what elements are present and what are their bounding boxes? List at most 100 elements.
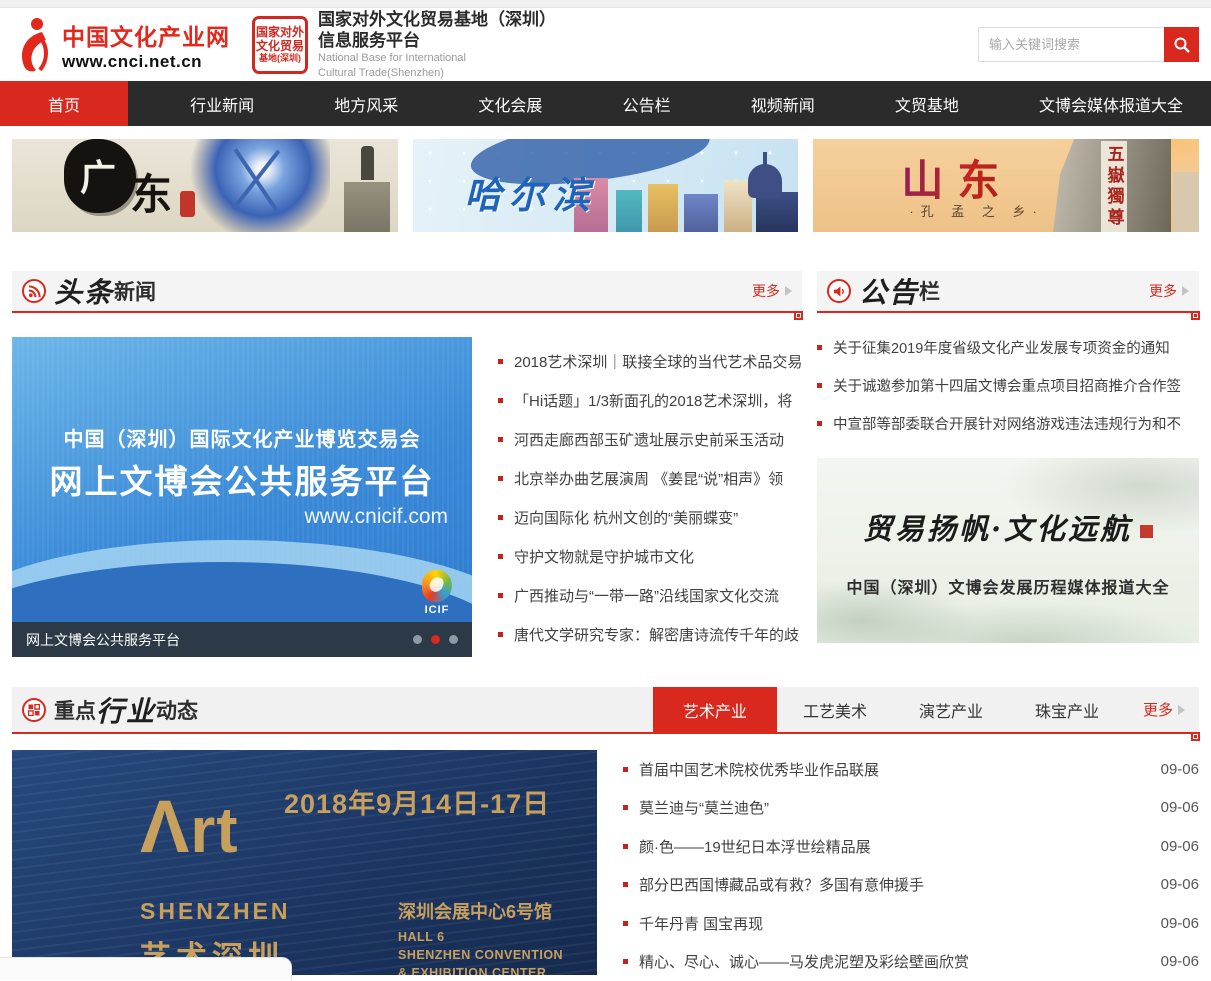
site-name: 中国文化产业网 (62, 18, 230, 52)
industry-section: 重点 行业 动态 艺术产业 工艺美术 演艺产业 珠宝产业 更多 Λrt SHEN… (12, 687, 1199, 981)
chevron-right-icon (785, 286, 792, 296)
banner-shandong[interactable]: 五嶽獨尊 山东 ·孔 孟 之 乡· (813, 139, 1199, 232)
list-item[interactable]: 关于征集2019年度省级文化产业发展专项资金的通知 (817, 328, 1199, 366)
tab-performing-arts[interactable]: 演艺产业 (893, 687, 1009, 732)
list-item[interactable]: 关于诚邀参加第十四届文博会重点项目招商推介合作签 (817, 366, 1199, 404)
seal-line: 基地(深圳) (259, 53, 301, 64)
nav-item-bulletin[interactable]: 公告栏 (605, 81, 689, 126)
section-title-calligraphy: 公告 (859, 271, 919, 311)
opera-figure-image (190, 139, 330, 232)
list-item[interactable]: 精心、尽心、诚心——马发虎泥塑及彩绘壁画欣赏09-06 (623, 943, 1199, 981)
list-item[interactable]: 2018艺术深圳｜联接全球的当代艺术品交易 (498, 342, 802, 381)
item-date: 09-06 (1149, 915, 1199, 932)
banner-subtitle: 中国（深圳）文博会发展历程媒体报道大全 (817, 574, 1199, 598)
art-logo: Λrt (140, 790, 239, 864)
carousel-dot-3[interactable] (449, 635, 458, 644)
list-item[interactable]: 千年丹青 国宝再现09-06 (623, 904, 1199, 943)
section-title: 新闻 (114, 276, 156, 306)
site-logo[interactable]: 中国文化产业网 www.cnci.net.cn (12, 16, 230, 74)
nav-item-local-style[interactable]: 地方风采 (316, 81, 416, 126)
carousel-dot-2[interactable] (431, 635, 440, 644)
grid-icon (22, 698, 46, 722)
search-input[interactable] (978, 27, 1164, 62)
ink-blob: 广 (64, 139, 136, 213)
art-logo-sub: SHENZHEN (140, 898, 291, 925)
base-title-block: 国家对外文化贸易基地（深圳） 信息服务平台 National Base for … (318, 9, 556, 80)
list-item[interactable]: 莫兰迪与“莫兰迪色”09-06 (623, 789, 1199, 828)
list-item[interactable]: 迈向国际化 杭州文创的“美丽蝶变” (498, 498, 802, 537)
list-item[interactable]: 唐代文学研究专家：解密唐诗流传千年的歧 (498, 615, 802, 654)
bullet-icon (623, 767, 628, 772)
art-shenzhen-poster[interactable]: Λrt SHENZHEN 艺术深圳 2018年9月14日-17日 深圳会展中心6… (12, 750, 597, 975)
bullet-icon (498, 554, 503, 559)
nav-item-icif-media[interactable]: 文博会媒体报道大全 (1021, 81, 1201, 126)
banner-guangdong[interactable]: 广 东 (12, 139, 398, 232)
nav-item-trade-base[interactable]: 文贸基地 (877, 81, 977, 126)
search-bar (978, 27, 1199, 62)
carousel-caption: 网上文博会公共服务平台 (26, 630, 180, 650)
bullet-icon (623, 882, 628, 887)
headlines-more-link[interactable]: 更多 (752, 281, 792, 301)
icif-ribbon-icon (422, 570, 452, 602)
carousel-line2: 网上文博会公共服务平台 (12, 455, 472, 503)
carousel-slide-image[interactable]: 中国（深圳）国际文化产业博览交易会 网上文博会公共服务平台 www.cnicif… (12, 337, 472, 622)
base-subtitle-line2: Cultural Trade(Shenzhen) (318, 66, 556, 80)
tab-arts-crafts[interactable]: 工艺美术 (777, 687, 893, 732)
site-url: www.cnci.net.cn (62, 52, 230, 72)
announcements-header: 公告 栏 更多 (817, 271, 1199, 313)
list-item[interactable]: 「Hi话题」1/3新面孔的2018艺术深圳，将 (498, 381, 802, 420)
event-date: 2018年9月14日-17日 (284, 782, 550, 821)
nav-item-video-news[interactable]: 视频新闻 (733, 81, 833, 126)
carousel-url: www.cnicif.com (304, 505, 448, 529)
bullet-icon (817, 421, 822, 426)
base-seal-stamp: 国家对外 文化贸易 基地(深圳) (252, 16, 308, 74)
speaker-icon (827, 279, 851, 303)
announcements-section: 公告 栏 更多 关于征集2019年度省级文化产业发展专项资金的通知 关于诚邀参加… (817, 271, 1199, 657)
industry-news-list: 首届中国艺术院校优秀毕业作品联展09-06 莫兰迪与“莫兰迪色”09-06 颜·… (623, 750, 1199, 981)
carousel-dots (413, 635, 458, 644)
list-item[interactable]: 守护文物就是守护城市文化 (498, 537, 802, 576)
bullet-icon (498, 398, 503, 403)
seal-line: 文化贸易 (256, 39, 304, 53)
tab-art-industry[interactable]: 艺术产业 (653, 687, 777, 732)
bullet-icon (498, 632, 503, 637)
list-item[interactable]: 颜·色——19世纪日本浮世绘精品展09-06 (623, 827, 1199, 866)
search-button[interactable] (1164, 27, 1199, 62)
carousel-caption-bar: 网上文博会公共服务平台 (12, 622, 472, 657)
nav-item-industry-news[interactable]: 行业新闻 (172, 81, 272, 126)
top-strip (0, 0, 1211, 8)
corner-ornament (794, 311, 803, 320)
headlines-section: 头条 新闻 更多 中国（深圳）国际文化产业博览交易会 网上文博会公共服务平台 w… (12, 271, 802, 657)
bullet-icon (498, 437, 503, 442)
section-title: 动态 (156, 695, 198, 725)
rock (1173, 172, 1199, 232)
carousel-dot-1[interactable] (413, 635, 422, 644)
banner-harbin[interactable]: 哈尔滨 (413, 139, 799, 232)
corner-ornament (1191, 311, 1200, 320)
bullet-icon (498, 476, 503, 481)
event-venue-cn: 深圳会展中心6号馆 (398, 898, 552, 924)
announcements-more-link[interactable]: 更多 (1149, 281, 1189, 301)
media-report-banner[interactable]: 贸易扬帆·文化远航 中国（深圳）文博会发展历程媒体报道大全 (817, 458, 1199, 643)
nav-item-home[interactable]: 首页 (0, 81, 128, 126)
bullet-icon (623, 921, 628, 926)
event-venue-en: HALL 6 SHENZHEN CONVENTION & EXHIBITION … (398, 928, 563, 975)
list-item[interactable]: 首届中国艺术院校优秀毕业作品联展09-06 (623, 750, 1199, 789)
list-item[interactable]: 北京举办曲艺展演周 《姜昆“说”相声》领 (498, 459, 802, 498)
bullet-icon (623, 805, 628, 810)
list-item[interactable]: 中宣部等部委联合开展针对网络游戏违法违规行为和不 (817, 404, 1199, 442)
banner-char: 广 (80, 149, 116, 201)
item-date: 09-06 (1149, 799, 1199, 816)
chevron-right-icon (1182, 286, 1189, 296)
list-item[interactable]: 河西走廊西部玉矿遗址展示史前采玉活动 (498, 420, 802, 459)
tab-jewelry[interactable]: 珠宝产业 (1009, 687, 1125, 732)
headline-carousel[interactable]: 中国（深圳）国际文化产业博览交易会 网上文博会公共服务平台 www.cnicif… (12, 337, 472, 657)
nav-item-culture-expo[interactable]: 文化会展 (460, 81, 560, 126)
base-subtitle-line1: National Base for International (318, 51, 556, 65)
banner-title: 哈尔滨 (465, 165, 597, 219)
list-item[interactable]: 部分巴西国博藏品或有救？多国有意伸援手09-06 (623, 866, 1199, 905)
headline-news-list: 2018艺术深圳｜联接全球的当代艺术品交易 「Hi话题」1/3新面孔的2018艺… (472, 337, 802, 657)
list-item[interactable]: 广西推动与“一带一路”沿线国家文化交流 (498, 576, 802, 615)
industry-more-link[interactable]: 更多 (1125, 687, 1199, 732)
rss-icon (22, 279, 46, 303)
